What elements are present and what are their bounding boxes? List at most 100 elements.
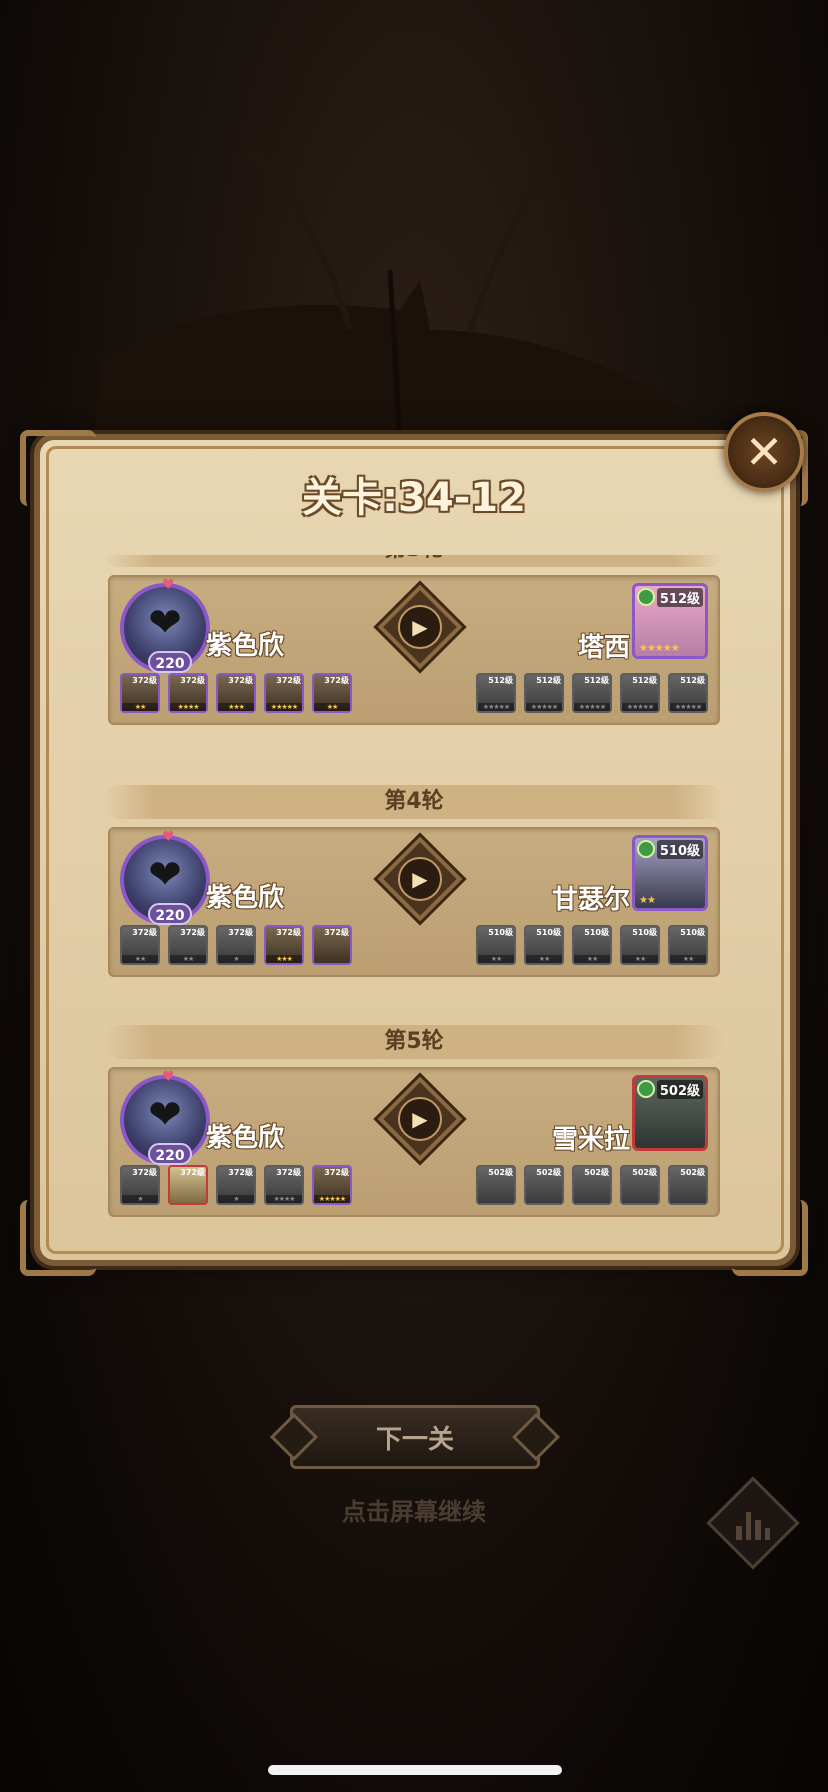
hero-level: 372级 <box>228 676 253 685</box>
player-name: 紫色欣 <box>206 883 285 913</box>
heart-badge-icon: ♥ <box>162 1069 175 1085</box>
hero-slot[interactable]: 502级 <box>620 1165 660 1205</box>
hero-stars: ★★★★★ <box>670 703 706 711</box>
hero-level: 372级 <box>180 1168 205 1177</box>
hero-slot[interactable]: 372级 ★★★★★ <box>264 673 304 713</box>
hero-level: 510级 <box>536 928 561 937</box>
play-icon[interactable]: ▶ <box>398 605 442 649</box>
hero-slot[interactable]: 512级 ★★★★★ <box>476 673 516 713</box>
hero-slot[interactable]: 372级 ★ <box>216 1165 256 1205</box>
hero-level: 372级 <box>180 928 205 937</box>
hero-slot[interactable]: 512级 ★★★★★ <box>524 673 564 713</box>
hero-slot[interactable]: 372级 ★ <box>216 925 256 965</box>
frame-corner <box>20 1200 96 1276</box>
dialog-title: 关卡:34-12 <box>302 475 526 521</box>
hero-slot[interactable]: 510级 ★★ <box>524 925 564 965</box>
hero-slot[interactable]: 510级 ★★ <box>668 925 708 965</box>
player-avatar[interactable]: ♥ ❤ 220 <box>120 1069 210 1165</box>
hero-slot[interactable]: 510级 ★★ <box>572 925 612 965</box>
enemy-name: 甘瑟尔 <box>551 885 630 915</box>
enemy-heroes: 502级 502级 502级 502级 502级 <box>476 1165 708 1205</box>
home-indicator[interactable] <box>268 1765 562 1775</box>
next-stage-button[interactable]: 下一关 <box>290 1405 540 1469</box>
hero-slot[interactable]: 372级 ★★★★ <box>264 1165 304 1205</box>
round-header: 第4轮 <box>104 785 724 819</box>
hero-stars: ★★ <box>526 955 562 963</box>
player-avatar[interactable]: ♥ ❤ 220 <box>120 829 210 925</box>
hero-slot[interactable]: 372级 <box>168 1165 208 1205</box>
enemy-portrait[interactable]: 512级 ★★★★★ <box>632 583 708 659</box>
hero-level: 512级 <box>536 676 561 685</box>
hero-slot[interactable]: 372级 ★★★★ <box>168 673 208 713</box>
enemy-stars: ★★ <box>639 895 656 906</box>
player-level: 220 <box>148 903 192 925</box>
hero-slot[interactable]: 502级 <box>524 1165 564 1205</box>
hero-level: 510级 <box>680 928 705 937</box>
hero-level: 372级 <box>324 928 349 937</box>
enemy-name: 塔西 <box>577 633 630 663</box>
tap-to-continue-hint: 点击屏幕继续 <box>342 1498 486 1526</box>
rounds-list[interactable]: 第3轮 ♥ ❤ 220 紫色欣 ▶ 塔西 512级 ★★★★★ 372级 ★★ … <box>100 555 728 1235</box>
hero-slot[interactable]: 502级 <box>572 1165 612 1205</box>
faction-icon <box>637 1080 655 1098</box>
heart-badge-icon: ♥ <box>162 577 175 593</box>
hero-slot[interactable]: 502级 <box>476 1165 516 1205</box>
round-panel: ♥ ❤ 220 紫色欣 ▶ 塔西 512级 ★★★★★ 372级 ★★ 372级… <box>108 575 720 725</box>
faction-icon <box>637 588 655 606</box>
enemy-level: 502级 <box>656 1080 703 1099</box>
enemy-heroes: 512级 ★★★★★ 512级 ★★★★★ 512级 ★★★★★ 512级 ★★… <box>476 673 708 713</box>
hero-slot[interactable]: 372级 <box>312 925 352 965</box>
hero-slot[interactable]: 372级 ★★ <box>120 925 160 965</box>
hero-stars: ★★ <box>122 955 158 963</box>
hero-stars: ★ <box>218 955 254 963</box>
hero-level: 372级 <box>132 1168 157 1177</box>
hero-slot[interactable]: 502级 <box>668 1165 708 1205</box>
close-button[interactable]: ✕ <box>724 412 804 492</box>
heart-hands-icon: ❤ <box>148 1092 182 1138</box>
hero-stars: ★★★★ <box>266 1195 302 1203</box>
hero-level: 512级 <box>584 676 609 685</box>
hero-slot[interactable]: 372级 ★ <box>120 1165 160 1205</box>
hero-stars: ★★ <box>122 703 158 711</box>
player-heroes: 372级 ★★ 372级 ★★★★ 372级 ★★★ 372级 ★★★★★ 37… <box>120 673 352 713</box>
faction-icon <box>637 840 655 858</box>
bar-chart-icon <box>736 1506 770 1540</box>
enemy-portrait[interactable]: 502级 <box>632 1075 708 1151</box>
hero-stars: ★★ <box>478 955 514 963</box>
hero-level: 372级 <box>276 928 301 937</box>
hero-level: 512级 <box>680 676 705 685</box>
hero-slot[interactable]: 512级 ★★★★★ <box>572 673 612 713</box>
hero-level: 502级 <box>632 1168 657 1177</box>
enemy-portrait[interactable]: 510级 ★★ <box>632 835 708 911</box>
hero-stars: ★★ <box>574 955 610 963</box>
hero-level: 372级 <box>180 676 205 685</box>
hero-stars: ★ <box>122 1195 158 1203</box>
play-icon[interactable]: ▶ <box>398 1097 442 1141</box>
hero-slot[interactable]: 372级 ★★★ <box>264 925 304 965</box>
hero-level: 502级 <box>584 1168 609 1177</box>
hero-level: 372级 <box>324 676 349 685</box>
heart-hands-icon: ❤ <box>148 852 182 898</box>
hero-level: 372级 <box>132 676 157 685</box>
heart-hands-icon: ❤ <box>148 600 182 646</box>
hero-slot[interactable]: 372级 ★★★ <box>216 673 256 713</box>
hero-level: 502级 <box>536 1168 561 1177</box>
hero-stars: ★★★★★ <box>526 703 562 711</box>
hero-slot[interactable]: 372级 ★★ <box>120 673 160 713</box>
player-avatar[interactable]: ♥ ❤ 220 <box>120 577 210 673</box>
hero-slot[interactable]: 510级 ★★ <box>476 925 516 965</box>
hero-stars: ★★ <box>170 955 206 963</box>
hero-slot[interactable]: 372级 ★★★★★ <box>312 1165 352 1205</box>
play-icon[interactable]: ▶ <box>398 857 442 901</box>
hero-stars: ★★★★★ <box>266 703 302 711</box>
hero-slot[interactable]: 372级 ★★ <box>312 673 352 713</box>
hero-slot[interactable]: 372级 ★★ <box>168 925 208 965</box>
hero-slot[interactable]: 512级 ★★★★★ <box>668 673 708 713</box>
hero-level: 372级 <box>132 928 157 937</box>
player-name: 紫色欣 <box>206 1123 285 1153</box>
hero-slot[interactable]: 510级 ★★ <box>620 925 660 965</box>
hero-stars: ★★ <box>314 703 350 711</box>
hero-slot[interactable]: 512级 ★★★★★ <box>620 673 660 713</box>
hero-level: 372级 <box>228 1168 253 1177</box>
hero-stars: ★★★ <box>266 955 302 963</box>
